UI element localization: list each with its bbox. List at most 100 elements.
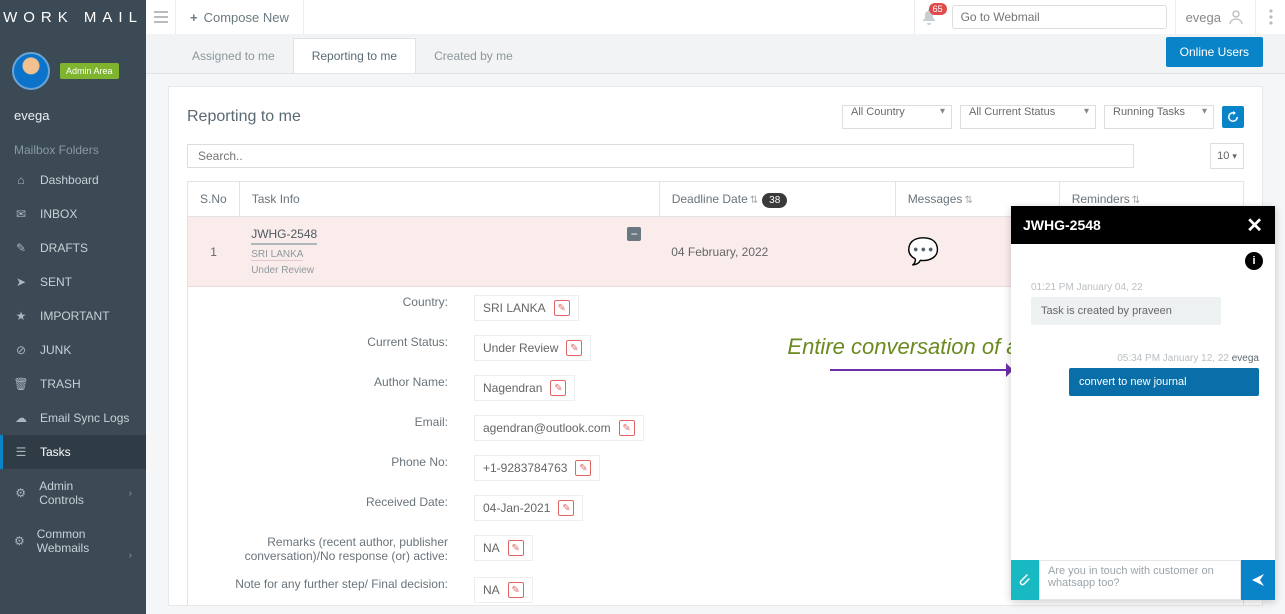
msg2-bubble: convert to new journal xyxy=(1069,368,1259,396)
chat-panel: JWHG-2548 ✕ i 01:21 PM January 04, 22 Ta… xyxy=(1011,206,1275,600)
lbl-phone: Phone No: xyxy=(190,449,460,487)
lbl-note: Note for any further step/ Final decisio… xyxy=(190,571,460,606)
chevron-right-icon: › xyxy=(129,488,132,499)
go-webmail-input[interactable] xyxy=(952,5,1167,29)
task-status: Under Review xyxy=(251,265,317,276)
sort-icon: ⇅ xyxy=(1132,195,1140,206)
tab-assigned[interactable]: Assigned to me xyxy=(174,39,293,73)
sidebar-username: evega xyxy=(0,108,146,137)
val-status: Under Review xyxy=(483,341,558,355)
edit-email-button[interactable]: ✎ xyxy=(619,420,635,436)
chat-info-button[interactable]: i xyxy=(1245,252,1263,270)
val-note: NA xyxy=(483,583,500,597)
sidebar-item-admin[interactable]: ⚙Admin Controls› xyxy=(0,469,146,517)
cell-task: JWHG-2548 SRI LANKA Under Review − xyxy=(239,217,659,287)
sidebar-profile: Admin Area xyxy=(0,34,146,108)
task-id-link[interactable]: JWHG-2548 xyxy=(251,227,317,245)
brand-logo: WORK MAIL xyxy=(0,0,146,34)
edit-country-button[interactable]: ✎ xyxy=(554,300,570,316)
country-select[interactable]: All Country xyxy=(842,105,952,129)
trash-icon: 🗑 xyxy=(14,377,28,391)
send-icon xyxy=(1251,573,1265,587)
tab-reporting[interactable]: Reporting to me xyxy=(293,38,416,73)
sidebar-toggle[interactable] xyxy=(146,0,176,34)
col-sno: S.No xyxy=(188,182,240,217)
gear-icon: ⚙ xyxy=(14,534,25,548)
chevron-right-icon: › xyxy=(129,550,132,561)
chat-body: i 01:21 PM January 04, 22 Task is create… xyxy=(1011,244,1275,560)
user-name: evega xyxy=(1186,10,1221,25)
edit-phone-button[interactable]: ✎ xyxy=(575,460,591,476)
chat-close-button[interactable]: ✕ xyxy=(1246,213,1263,238)
notifications-button[interactable]: 65 xyxy=(914,0,944,34)
inbox-icon: ✉ xyxy=(14,207,28,221)
lbl-remarks: Remarks (recent author, publisher conver… xyxy=(190,529,460,569)
sidebar-item-tasks[interactable]: ☰Tasks xyxy=(0,435,146,469)
val-phone: +1-9283784763 xyxy=(483,461,567,475)
menu-icon xyxy=(154,11,168,23)
sidebar-item-important[interactable]: ★IMPORTANT xyxy=(0,299,146,333)
edit-received-button[interactable]: ✎ xyxy=(558,500,574,516)
chat-composer: Are you in touch with customer on whatsa… xyxy=(1011,560,1275,600)
panel-title: Reporting to me xyxy=(187,108,301,126)
status-select[interactable]: All Current Status xyxy=(960,105,1096,129)
sort-icon: ⇅ xyxy=(750,195,758,206)
task-country: SRI LANKA xyxy=(251,249,303,261)
more-menu[interactable] xyxy=(1255,0,1285,34)
sidebar-section-label: Mailbox Folders xyxy=(0,137,146,163)
edit-author-button[interactable]: ✎ xyxy=(550,380,566,396)
star-icon: ★ xyxy=(14,309,28,323)
tab-bar: Assigned to me Reporting to me Created b… xyxy=(146,34,1285,74)
search-input[interactable] xyxy=(187,144,1134,168)
plus-icon: + xyxy=(190,10,198,25)
val-remarks: NA xyxy=(483,541,500,555)
collapse-button[interactable]: − xyxy=(627,227,641,241)
compose-label: Compose New xyxy=(204,10,289,25)
callout-arrow xyxy=(830,369,1010,371)
sidebar-item-drafts[interactable]: ✎DRAFTS xyxy=(0,231,146,265)
sidebar-item-junk[interactable]: ⊘JUNK xyxy=(0,333,146,367)
edit-note-button[interactable]: ✎ xyxy=(508,582,524,598)
tasks-icon: ☰ xyxy=(14,445,28,459)
lbl-country: Country: xyxy=(190,289,460,327)
chat-header: JWHG-2548 ✕ xyxy=(1011,206,1275,244)
col-deadline[interactable]: Deadline Date⇅38 xyxy=(659,182,895,217)
user-menu[interactable]: evega xyxy=(1175,0,1255,34)
page-size-select[interactable]: 10▾ xyxy=(1210,143,1244,169)
send-button[interactable] xyxy=(1241,560,1275,600)
val-author: Nagendran xyxy=(483,381,542,395)
home-icon: ⌂ xyxy=(14,173,28,187)
running-select[interactable]: Running Tasks xyxy=(1104,105,1214,129)
kebab-icon xyxy=(1269,9,1273,25)
msg1-meta: 01:21 PM January 04, 22 xyxy=(1031,282,1259,293)
lbl-author: Author Name: xyxy=(190,369,460,407)
chat-input[interactable]: Are you in touch with customer on whatsa… xyxy=(1039,560,1241,600)
sidebar-item-synclogs[interactable]: ☁Email Sync Logs xyxy=(0,401,146,435)
sidebar-item-trash[interactable]: 🗑TRASH xyxy=(0,367,146,401)
refresh-button[interactable] xyxy=(1222,106,1244,128)
online-users-button[interactable]: Online Users xyxy=(1166,37,1263,67)
sidebar-item-webmails[interactable]: ⚙Common Webmails› xyxy=(0,517,146,565)
top-bar: WORK MAIL + Compose New 65 evega xyxy=(0,0,1285,34)
sidebar-item-inbox[interactable]: ✉INBOX xyxy=(0,197,146,231)
chat-title: JWHG-2548 xyxy=(1023,217,1101,233)
compose-new-button[interactable]: + Compose New xyxy=(176,0,304,34)
sidebar-item-dashboard[interactable]: ⌂Dashboard xyxy=(0,163,146,197)
tab-created[interactable]: Created by me xyxy=(416,39,531,73)
val-country: SRI LANKA xyxy=(483,301,546,315)
edit-status-button[interactable]: ✎ xyxy=(566,340,582,356)
val-email: agendran@outlook.com xyxy=(483,421,611,435)
avatar[interactable] xyxy=(12,52,50,90)
user-icon xyxy=(1227,8,1245,26)
lbl-email: Email: xyxy=(190,409,460,447)
col-taskinfo[interactable]: Task Info xyxy=(239,182,659,217)
notif-badge: 65 xyxy=(929,3,947,15)
cell-deadline: 04 February, 2022 xyxy=(659,217,895,287)
chevron-down-icon: ▾ xyxy=(1232,151,1237,162)
edit-remarks-button[interactable]: ✎ xyxy=(508,540,524,556)
sidebar-item-sent[interactable]: ➤SENT xyxy=(0,265,146,299)
lbl-status: Current Status: xyxy=(190,329,460,367)
msg1-bubble: Task is created by praveen xyxy=(1031,297,1221,325)
lbl-received: Received Date: xyxy=(190,489,460,527)
attach-button[interactable] xyxy=(1011,560,1039,600)
